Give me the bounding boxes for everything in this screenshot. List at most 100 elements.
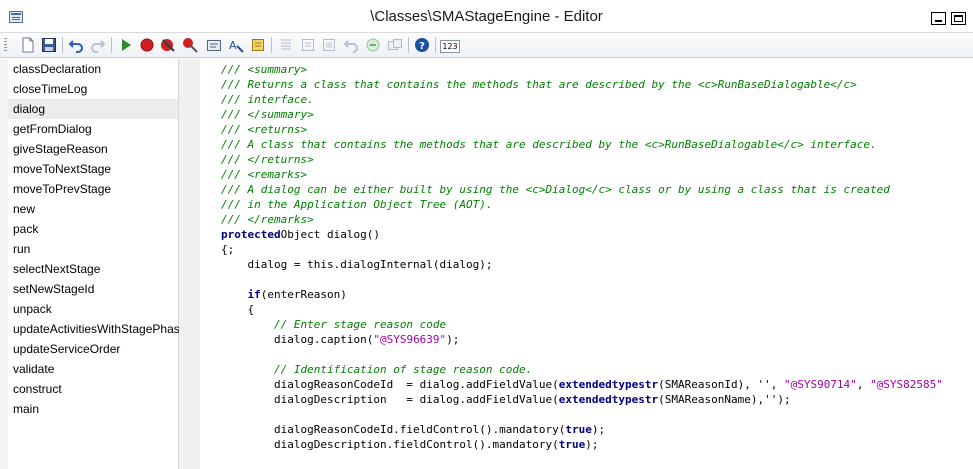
code-token: /// <returns> bbox=[221, 123, 308, 136]
code-line[interactable]: dialog.caption("@SYS96639"); bbox=[221, 332, 459, 347]
method-list-item[interactable]: dialog bbox=[8, 99, 178, 119]
toolbar-separator bbox=[62, 37, 63, 53]
code-token: /// </remarks> bbox=[221, 213, 314, 226]
code-line[interactable]: /// A class that contains the methods th… bbox=[221, 137, 877, 152]
code-token: /// <remarks> bbox=[221, 168, 308, 181]
code-line[interactable]: /// <summary> bbox=[221, 62, 307, 77]
code-line[interactable]: dialogReasonCodeId.fieldControl().mandat… bbox=[221, 422, 605, 437]
method-list-item[interactable]: new bbox=[8, 199, 178, 219]
code-line[interactable]: {; bbox=[221, 242, 234, 257]
window-title: \Classes\SMAStageEngine - Editor bbox=[370, 8, 603, 25]
code-editor[interactable]: /// <summary> /// Returns a class that co… bbox=[200, 59, 973, 469]
code-line[interactable]: dialog = this.dialogInternal(dialog); bbox=[221, 257, 493, 272]
code-token: protected bbox=[221, 228, 281, 241]
code-token: (enterReason) bbox=[260, 288, 347, 301]
toggle-breakpoint-icon[interactable] bbox=[182, 37, 198, 53]
method-list-item[interactable]: selectNextStage bbox=[8, 259, 178, 279]
redo-icon[interactable] bbox=[90, 37, 106, 53]
code-line[interactable]: /// interface. bbox=[221, 92, 314, 107]
undo-grey-icon[interactable] bbox=[343, 37, 359, 53]
count-icon[interactable]: 123 bbox=[440, 40, 460, 53]
breakpoint-icon[interactable] bbox=[139, 37, 155, 53]
toolbar-grip[interactable] bbox=[4, 38, 7, 53]
toolbar-separator bbox=[408, 37, 409, 53]
compile-icon[interactable] bbox=[206, 37, 222, 53]
method-list-item[interactable]: classDeclaration bbox=[8, 59, 178, 79]
code-token: dialogReasonCodeId = dialog.addFieldValu… bbox=[221, 378, 559, 391]
code-line[interactable]: dialogReasonCodeId = dialog.addFieldValu… bbox=[221, 377, 943, 392]
code-token: /// A dialog can be either built by usin… bbox=[221, 183, 890, 196]
code-line[interactable]: if(enterReason) bbox=[221, 287, 347, 302]
code-line[interactable]: dialogDescription.fieldControl().mandato… bbox=[221, 437, 599, 452]
redo-grey-icon[interactable] bbox=[365, 37, 381, 53]
editor-gutter bbox=[179, 59, 200, 469]
code-token: /// <summary> bbox=[221, 63, 308, 76]
list-more-icon[interactable] bbox=[300, 37, 316, 53]
method-list-item[interactable]: validate bbox=[8, 359, 178, 379]
method-list-item[interactable]: pack bbox=[8, 219, 178, 239]
method-list-item[interactable]: giveStageReason bbox=[8, 139, 178, 159]
code-token: /// </returns> bbox=[221, 153, 314, 166]
code-token: /// A class that contains the methods th… bbox=[221, 138, 877, 151]
svg-text:A: A bbox=[229, 39, 237, 52]
code-line[interactable]: // Enter stage reason code bbox=[221, 317, 446, 332]
method-list-item[interactable]: closeTimeLog bbox=[8, 79, 178, 99]
code-line[interactable]: protectedObject dialog() bbox=[221, 227, 380, 242]
code-token: "@SYS96639" bbox=[373, 333, 447, 346]
code-token: ); bbox=[585, 438, 599, 451]
code-token: dialogDescription.fieldControl().mandato… bbox=[221, 438, 559, 451]
properties-icon[interactable] bbox=[321, 37, 337, 53]
code-token: Object dialog() bbox=[280, 228, 380, 241]
code-token: { bbox=[221, 303, 255, 316]
list-icon[interactable] bbox=[278, 37, 294, 53]
code-line[interactable]: /// in the Application Object Tree (AOT)… bbox=[221, 197, 493, 212]
code-line[interactable]: /// </returns> bbox=[221, 152, 314, 167]
code-line[interactable]: /// <remarks> bbox=[221, 167, 307, 182]
label-icon[interactable] bbox=[387, 37, 403, 53]
method-list-item[interactable]: updateActivitiesWithStagePhase bbox=[8, 319, 186, 339]
code-line[interactable]: /// <returns> bbox=[221, 122, 307, 137]
code-line[interactable]: { bbox=[221, 302, 254, 317]
code-line[interactable]: dialogDescription = dialog.addFieldValue… bbox=[221, 392, 791, 407]
code-token: , bbox=[856, 378, 871, 391]
method-list-item[interactable]: moveToNextStage bbox=[8, 159, 178, 179]
code-token: // Identification of stage reason code. bbox=[273, 363, 533, 376]
method-list-item[interactable]: run bbox=[8, 239, 178, 259]
maximize-button[interactable] bbox=[951, 12, 966, 25]
minimize-button[interactable] bbox=[931, 12, 946, 25]
code-token: {; bbox=[221, 243, 235, 256]
script-icon[interactable] bbox=[250, 37, 266, 53]
code-line[interactable]: /// </remarks> bbox=[221, 212, 314, 227]
lookup-icon[interactable]: A bbox=[228, 37, 244, 53]
svg-text:?: ? bbox=[419, 41, 425, 52]
method-list-item[interactable]: getFromDialog bbox=[8, 119, 178, 139]
method-list: classDeclaration closeTimeLog dialog getFro… bbox=[8, 59, 186, 469]
run-icon[interactable] bbox=[118, 37, 134, 53]
method-list-item[interactable]: setNewStageId bbox=[8, 279, 178, 299]
method-list-item[interactable]: construct bbox=[8, 379, 178, 399]
code-token: (SMAReasonId), '', bbox=[658, 378, 784, 391]
code-line[interactable]: /// A dialog can be either built by usin… bbox=[221, 182, 890, 197]
method-list-item[interactable]: main bbox=[8, 399, 178, 419]
method-list-item[interactable]: moveToPrevStage bbox=[8, 179, 178, 199]
code-line[interactable]: /// Returns a class that contains the me… bbox=[221, 77, 857, 92]
help-icon[interactable]: ? bbox=[414, 37, 430, 53]
code-token: /// in the Application Object Tree (AOT)… bbox=[221, 198, 493, 211]
code-token: if bbox=[247, 288, 261, 301]
code-line[interactable]: /// </summary> bbox=[221, 107, 314, 122]
save-icon[interactable] bbox=[41, 37, 57, 53]
remove-breakpoints-icon[interactable] bbox=[160, 37, 176, 53]
code-token: dialog = this.dialogInternal(dialog); bbox=[221, 258, 493, 271]
method-list-item[interactable]: unpack bbox=[8, 299, 178, 319]
undo-icon[interactable] bbox=[68, 37, 84, 53]
code-token: extendedtypestr bbox=[558, 393, 659, 406]
new-icon[interactable] bbox=[20, 37, 36, 53]
code-token: /// interface. bbox=[221, 93, 314, 106]
method-list-item[interactable]: updateServiceOrder bbox=[8, 339, 178, 359]
code-line[interactable]: // Identification of stage reason code. bbox=[221, 362, 532, 377]
toolbar-separator bbox=[111, 37, 112, 53]
code-token: dialogReasonCodeId.fieldControl().mandat… bbox=[221, 423, 566, 436]
code-token: /// Returns a class that contains the me… bbox=[221, 78, 857, 91]
